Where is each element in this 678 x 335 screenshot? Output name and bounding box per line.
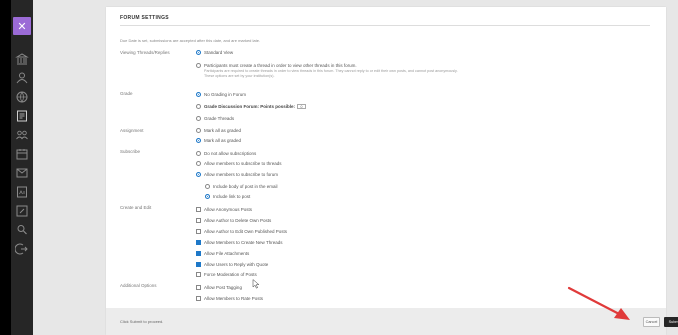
allow-anonymous-posts[interactable]: Allow Anonymous Posts <box>196 206 252 213</box>
main-content: FORUM SETTINGS Due Date is set, submissi… <box>33 0 678 335</box>
force-moderation[interactable]: Force Moderation of Posts <box>196 271 257 278</box>
checkbox[interactable] <box>196 296 201 301</box>
calendar-icon[interactable] <box>15 147 29 161</box>
allow-file-attachments[interactable]: Allow File Attachments <box>196 250 249 257</box>
allow-delete-own-posts[interactable]: Allow Author to Delete Own Posts <box>196 217 271 224</box>
subscribe-option-forum[interactable]: Allow members to subscribe to forum <box>196 171 278 178</box>
grade-option-threads[interactable]: Grade Threads <box>196 115 234 122</box>
subscribe-option-none[interactable]: Do not allow subscriptions <box>196 150 256 157</box>
intro-text: Due Date is set, submissions are accepte… <box>120 38 261 43</box>
radio-button[interactable] <box>196 104 201 109</box>
subscribe-option-threads[interactable]: Allow members to subscribe to threads <box>196 160 282 167</box>
checkbox[interactable] <box>196 207 201 212</box>
viewing-option-create-first[interactable]: Participants must create a thread in ord… <box>196 62 357 69</box>
section-title: FORUM SETTINGS <box>120 15 169 21</box>
institution-icon[interactable] <box>15 52 29 66</box>
groups-icon[interactable] <box>15 128 29 142</box>
checkbox[interactable] <box>196 285 201 290</box>
mouse-cursor-icon <box>252 276 260 289</box>
help-icon[interactable] <box>15 223 29 237</box>
checkbox[interactable] <box>196 240 201 245</box>
checkbox[interactable] <box>196 272 201 277</box>
allow-rate-posts[interactable]: Allow Members to Rate Posts <box>196 295 263 302</box>
radio-button[interactable] <box>196 116 201 121</box>
points-possible-input[interactable]: 0 <box>297 104 307 109</box>
grades-icon[interactable] <box>15 185 29 199</box>
radio-button[interactable] <box>196 63 201 68</box>
submit-instructions: Click Submit to proceed. <box>120 319 164 324</box>
signout-icon[interactable] <box>15 242 29 256</box>
checkbox[interactable] <box>196 262 201 267</box>
create-edit-label: Create and Edit <box>120 205 152 210</box>
submit-button[interactable]: Submit <box>664 317 678 327</box>
assignment-label: Assignment <box>120 128 144 133</box>
forum-settings-panel: FORUM SETTINGS Due Date is set, submissi… <box>106 7 666 335</box>
allow-create-threads[interactable]: Allow Members to Create New Threads <box>196 239 282 246</box>
viewing-description: Participants are required to create thre… <box>204 69 458 78</box>
radio-button[interactable] <box>196 172 201 177</box>
screen-frame: ✕ FORUM SETTINGS Due Date is set, submis… <box>0 0 678 335</box>
allow-edit-own-posts[interactable]: Allow Author to Edit Own Published Posts <box>196 228 287 235</box>
assignment-option-2[interactable]: Mark all as graded <box>196 137 241 144</box>
subscribe-include-link[interactable]: Include link to post <box>205 193 250 200</box>
radio-button[interactable] <box>196 128 201 133</box>
radio-button[interactable] <box>196 151 201 156</box>
radio-button[interactable] <box>196 92 201 97</box>
tools-icon[interactable] <box>15 204 29 218</box>
grade-label: Grade <box>120 91 133 96</box>
viewing-label: Viewing Threads/Replies <box>120 50 170 55</box>
grade-option-none[interactable]: No Grading in Forum <box>196 91 246 98</box>
checkbox[interactable] <box>196 229 201 234</box>
cancel-button[interactable]: Cancel <box>643 317 660 327</box>
user-icon[interactable] <box>15 71 29 85</box>
radio-button[interactable] <box>196 138 201 143</box>
courses-icon[interactable] <box>15 109 29 123</box>
allow-reply-with-quote[interactable]: Allow Users to Reply with Quote <box>196 261 268 268</box>
radio-button[interactable] <box>205 184 210 189</box>
subscribe-label: Subscribe <box>120 149 141 154</box>
globe-icon[interactable] <box>15 90 29 104</box>
radio-button[interactable] <box>196 50 201 55</box>
additional-options-label: Additional Options <box>120 283 157 288</box>
radio-button[interactable] <box>205 194 210 199</box>
checkbox[interactable] <box>196 218 201 223</box>
institution-logo[interactable]: ✕ <box>13 17 31 35</box>
title-divider <box>120 25 650 26</box>
checkbox[interactable] <box>196 251 201 256</box>
grade-option-forum[interactable]: Grade Discussion Forum: Points possible:… <box>196 103 307 110</box>
viewing-option-standard[interactable]: Standard View <box>196 49 233 56</box>
assignment-option-1[interactable]: Mark all as graded <box>196 127 241 134</box>
submit-bar: Click Submit to proceed. Cancel Submit <box>106 308 678 335</box>
allow-post-tagging[interactable]: Allow Post Tagging <box>196 284 242 291</box>
messages-icon[interactable] <box>15 166 29 180</box>
radio-button[interactable] <box>196 161 201 166</box>
subscribe-include-body[interactable]: Include body of post in the email <box>205 183 278 190</box>
